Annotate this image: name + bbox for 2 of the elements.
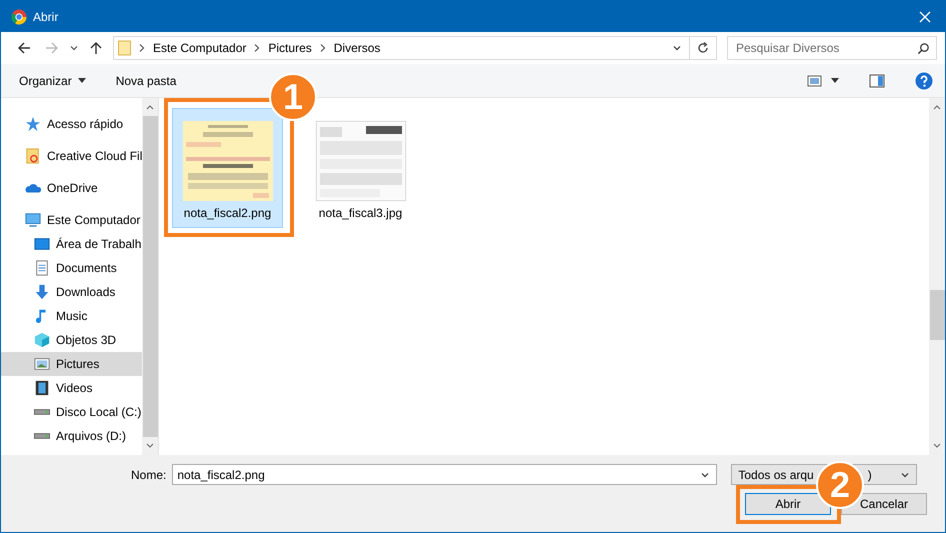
name-label: Nome:: [131, 468, 166, 482]
window-title: Abrir: [33, 10, 60, 24]
